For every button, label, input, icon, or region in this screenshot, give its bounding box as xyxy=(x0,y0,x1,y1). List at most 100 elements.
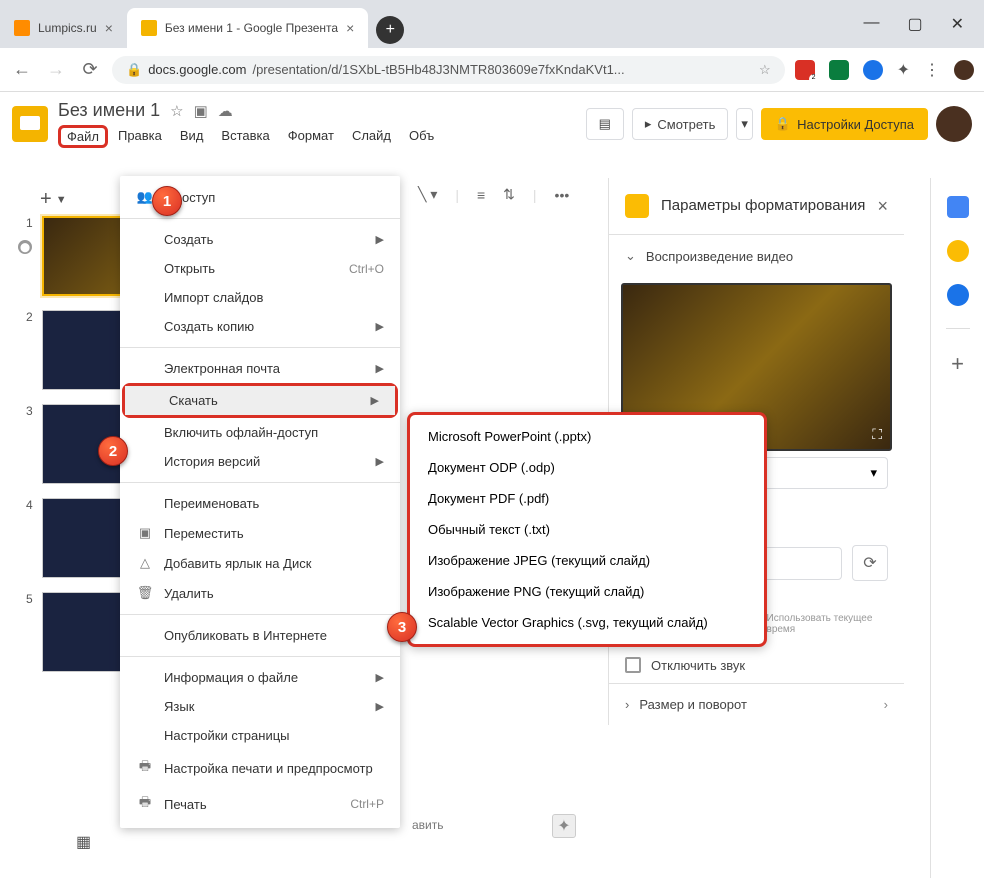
star-icon[interactable]: ☆ xyxy=(759,62,771,78)
keep-icon[interactable] xyxy=(947,240,969,262)
header-actions: ▤ ▸ Смотреть ▾ 🔒Настройки Доступа xyxy=(586,106,972,142)
chevron-right-icon: › xyxy=(625,697,629,712)
present-dropdown[interactable]: ▾ xyxy=(736,108,753,140)
ext-icon[interactable]: 2 xyxy=(795,60,815,80)
comments-button[interactable]: ▤ xyxy=(586,108,624,140)
cloud-icon[interactable]: ☁ xyxy=(218,102,233,120)
close-icon[interactable]: × xyxy=(105,20,113,36)
ext-icon[interactable] xyxy=(863,60,883,80)
mute-row[interactable]: Отключить звук xyxy=(609,647,904,683)
link-icon: ⬤ xyxy=(18,240,32,254)
reload-button[interactable]: ⟳ xyxy=(78,59,102,80)
close-icon[interactable]: × xyxy=(346,20,354,36)
menu-rename[interactable]: Переименовать xyxy=(120,489,400,518)
menu-print-setup[interactable]: 🖶Настройка печати и предпросмотр xyxy=(120,750,400,786)
star-icon[interactable]: ☆ xyxy=(170,102,183,120)
share-button[interactable]: 🔒Настройки Доступа xyxy=(761,108,928,140)
menu-move[interactable]: ▣Переместить xyxy=(120,518,400,548)
move-icon[interactable]: ▣ xyxy=(194,102,208,120)
grid-view-icon[interactable]: ▦ xyxy=(76,832,104,852)
align-icon[interactable]: ≡ xyxy=(471,183,491,207)
menubar: Файл Правка Вид Вставка Формат Слайд Объ xyxy=(58,125,576,148)
menu-edit[interactable]: Правка xyxy=(110,125,170,148)
download-png[interactable]: Изображение PNG (текущий слайд) xyxy=(410,576,764,607)
menu-arrange[interactable]: Объ xyxy=(401,125,442,148)
menu-copy[interactable]: Создать копию▶ xyxy=(120,312,400,341)
speaker-notes[interactable]: авить xyxy=(412,818,444,832)
back-button[interactable]: ← xyxy=(10,59,34,80)
menu-lang[interactable]: Язык▶ xyxy=(120,692,400,721)
download-txt[interactable]: Обычный текст (.txt) xyxy=(410,514,764,545)
menu-page[interactable]: Настройки страницы xyxy=(120,721,400,750)
forward-button[interactable]: → xyxy=(44,59,68,80)
present-button[interactable]: ▸ Смотреть xyxy=(632,108,729,140)
download-svg[interactable]: Scalable Vector Graphics (.svg, текущий … xyxy=(410,607,764,638)
arrow-icon: ▶ xyxy=(376,671,384,684)
close-icon[interactable]: ✕ xyxy=(951,14,964,34)
menu-info[interactable]: Информация о файле▶ xyxy=(120,663,400,692)
download-odp[interactable]: Документ ODP (.odp) xyxy=(410,452,764,483)
menu-offline[interactable]: Включить офлайн-доступ xyxy=(120,418,400,447)
label: Настройка печати и предпросмотр xyxy=(164,761,373,776)
ext-icon[interactable] xyxy=(829,60,849,80)
menu-new[interactable]: Создать▶ xyxy=(120,225,400,254)
new-tab-button[interactable]: + xyxy=(376,16,404,44)
menu-import[interactable]: Импорт слайдов xyxy=(120,283,400,312)
fullscreen-icon[interactable]: ⛶ xyxy=(872,426,882,443)
account-avatar[interactable] xyxy=(936,106,972,142)
close-icon[interactable]: × xyxy=(877,196,888,217)
menu-drive[interactable]: △Добавить ярлык на Диск xyxy=(120,548,400,578)
label: Переименовать xyxy=(164,496,259,511)
slides-logo-icon[interactable] xyxy=(12,106,48,142)
slide-num: 1 xyxy=(26,216,36,296)
size-section[interactable]: › Размер и поворот › xyxy=(609,683,904,725)
extensions-icon[interactable]: ✦ xyxy=(897,60,910,80)
callout-2: 2 xyxy=(98,436,128,466)
window-controls: — ▢ ✕ xyxy=(843,14,984,34)
play-icon: ▸ xyxy=(645,116,652,132)
menu-publish[interactable]: Опубликовать в Интернете xyxy=(120,621,400,650)
menu-format[interactable]: Формат xyxy=(280,125,342,148)
lock-icon: 🔒 xyxy=(775,116,791,132)
video-section[interactable]: ⌄ Воспроизведение видео xyxy=(609,234,904,277)
address-bar[interactable]: 🔒 docs.google.com /presentation/d/1SXbL-… xyxy=(112,56,785,84)
download-jpeg[interactable]: Изображение JPEG (текущий слайд) xyxy=(410,545,764,576)
menu-email[interactable]: Электронная почта▶ xyxy=(120,354,400,383)
label: Изображение PNG (текущий слайд) xyxy=(428,584,644,599)
menu-file[interactable]: Файл xyxy=(58,125,108,148)
slide-canvas[interactable] xyxy=(412,204,582,414)
menu-delete[interactable]: 🗑Удалить xyxy=(120,578,400,608)
download-pdf[interactable]: Документ PDF (.pdf) xyxy=(410,483,764,514)
menu-versions[interactable]: История версий▶ xyxy=(120,447,400,476)
new-slide-button[interactable]: + ▼ xyxy=(40,188,67,211)
present-label: Смотреть xyxy=(657,117,715,132)
calendar-icon[interactable] xyxy=(947,196,969,218)
menu-download[interactable]: Скачать▶ xyxy=(125,386,395,415)
tab-slides[interactable]: Без имени 1 - Google Презента × xyxy=(127,8,368,48)
label: Изображение JPEG (текущий слайд) xyxy=(428,553,650,568)
maximize-icon[interactable]: ▢ xyxy=(907,14,922,34)
download-pptx[interactable]: Microsoft PowerPoint (.pptx) xyxy=(410,421,764,452)
doc-title[interactable]: Без имени 1 xyxy=(58,100,160,121)
refresh-button[interactable]: ⟳ xyxy=(852,545,888,581)
label: Microsoft PowerPoint (.pptx) xyxy=(428,429,591,444)
menu-icon[interactable]: ⋮ xyxy=(924,60,940,80)
menu-open[interactable]: ОткрытьCtrl+O xyxy=(120,254,400,283)
minimize-icon[interactable]: — xyxy=(863,14,879,34)
menu-view[interactable]: Вид xyxy=(172,125,212,148)
tasks-icon[interactable] xyxy=(947,284,969,306)
add-icon[interactable]: + xyxy=(951,351,964,377)
shortcut: Ctrl+O xyxy=(349,262,384,276)
explore-icon[interactable]: ✦ xyxy=(552,814,576,838)
label: Печать xyxy=(164,797,207,812)
label: Удалить xyxy=(164,586,214,601)
checkbox[interactable] xyxy=(625,657,641,673)
profile-avatar[interactable] xyxy=(954,60,974,80)
arrow-icon: ▶ xyxy=(376,320,384,333)
menu-insert[interactable]: Вставка xyxy=(213,125,277,148)
label: История версий xyxy=(164,454,260,469)
menu-print[interactable]: 🖶ПечатьCtrl+P xyxy=(120,786,400,822)
more-icon[interactable]: ••• xyxy=(549,183,576,207)
tab-lumpics[interactable]: Lumpics.ru × xyxy=(0,8,127,48)
menu-slide[interactable]: Слайд xyxy=(344,125,399,148)
